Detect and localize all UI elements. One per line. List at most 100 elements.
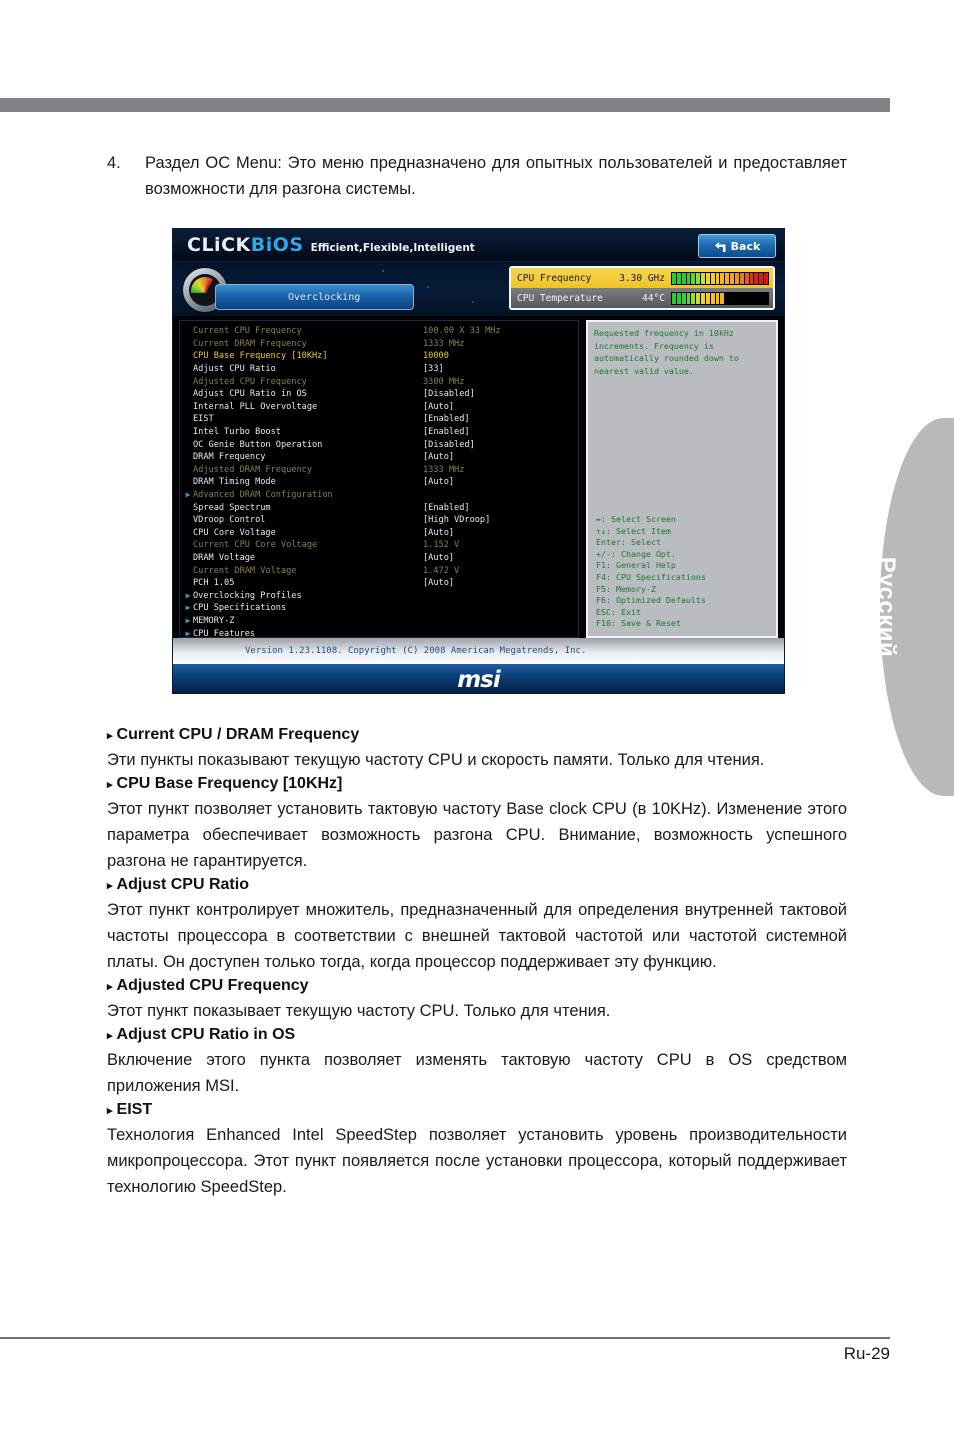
- bios-setting-row[interactable]: PCH 1.05 [Auto]: [183, 577, 575, 590]
- bios-setting-name: CPU Core Voltage: [193, 527, 276, 538]
- bios-setting-value: [Auto]: [423, 401, 455, 412]
- section-body-text: Технология Enhanced Intel SpeedStep позв…: [107, 1126, 847, 1196]
- footer-rule: [0, 1337, 890, 1339]
- bios-setting-name: MEMORY-Z: [193, 615, 235, 626]
- meter-cpu-temperature-bar: [671, 291, 769, 305]
- bios-header-bar: CLiCK BiOS Efficient,Flexible,Intelligent…: [173, 229, 784, 262]
- clickbios-logo: CLiCK BiOS Efficient,Flexible,Intelligent: [187, 234, 475, 256]
- bios-setting-row[interactable]: Spread Spectrum [Enabled]: [183, 501, 575, 514]
- help-key-item: F10: Save & Reset: [596, 618, 681, 629]
- bios-setting-name: Adjusted DRAM Frequency: [193, 464, 312, 475]
- bios-setting-name: OC Genie Button Operation: [193, 439, 323, 450]
- submenu-arrow-icon: ▶: [185, 603, 191, 613]
- help-description: Requested frequency in 10kHz increments.…: [594, 328, 739, 376]
- bios-setting-name: Adjusted CPU Frequency: [193, 376, 307, 387]
- tab-overclocking-label: Overclocking: [288, 291, 361, 303]
- section-heading: ▸ Adjust CPU Ratio in OS: [107, 1026, 847, 1044]
- bios-screenshot-figure: CLiCK BiOS Efficient,Flexible,Intelligent…: [172, 228, 785, 694]
- bios-settings-list[interactable]: Current CPU Frequency 100.00 X 33 MHz Curr…: [179, 320, 579, 640]
- bullet-arrow-icon: ▸: [107, 880, 113, 892]
- bullet-arrow-icon: ▸: [107, 981, 113, 993]
- side-language-tab: Русский: [880, 418, 954, 796]
- bios-setting-value: 1333 MHz: [423, 464, 465, 475]
- bios-setting-name: Overclocking Profiles: [193, 590, 302, 601]
- bios-setting-row[interactable]: VDroop Control [High VDroop]: [183, 514, 575, 527]
- help-key-item: F1: General Help: [596, 560, 676, 571]
- article-section: ▸ CPU Base Frequency [10KHz] Этот пункт по…: [107, 775, 847, 874]
- bios-setting-row[interactable]: Intel Turbo Boost [Enabled]: [183, 426, 575, 439]
- bios-setting-row[interactable]: Adjust CPU Ratio in OS [Disabled]: [183, 388, 575, 401]
- section-heading-text: EIST: [116, 1101, 153, 1118]
- meter-cpu-frequency-value: 3.30 GHz: [619, 272, 665, 284]
- bios-setting-name: Adjust CPU Ratio in OS: [193, 389, 307, 400]
- bios-setting-row[interactable]: ▶ Advanced DRAM Configuration: [183, 489, 575, 502]
- logo-tagline: Efficient,Flexible,Intelligent: [310, 242, 475, 254]
- bios-setting-value: [High VDroop]: [423, 515, 491, 526]
- bios-setting-row[interactable]: ▶ CPU Specifications: [183, 602, 575, 615]
- bios-setting-row[interactable]: Internal PLL Overvoltage [Auto]: [183, 401, 575, 414]
- bios-setting-row[interactable]: CPU Base Frequency [10KHz] 10000: [183, 350, 575, 363]
- article-section: ▸ Adjust CPU Ratio Этот пункт контролирует…: [107, 876, 847, 975]
- bullet-arrow-icon: ▸: [107, 779, 113, 791]
- bios-setting-row[interactable]: Adjusted DRAM Frequency 1333 MHz: [183, 464, 575, 477]
- bullet-arrow-icon: ▸: [107, 730, 113, 742]
- bios-setting-row[interactable]: DRAM Timing Mode [Auto]: [183, 476, 575, 489]
- section-heading-text: Current CPU / DRAM Frequency: [116, 726, 360, 743]
- bios-setting-name: VDroop Control: [193, 515, 266, 526]
- help-key-item: F6: Optimized Defaults: [596, 595, 706, 606]
- bios-main-area: Current CPU Frequency 100.00 X 33 MHz Curr…: [173, 316, 784, 640]
- meter-cpu-temperature-value: 44°C: [642, 292, 665, 304]
- bios-setting-name: CPU Features: [193, 628, 256, 639]
- bios-setting-row[interactable]: CPU Core Voltage [Auto]: [183, 527, 575, 540]
- bios-setting-row[interactable]: Current DRAM Frequency 1333 MHz: [183, 338, 575, 351]
- section-heading: ▸ EIST: [107, 1101, 847, 1119]
- article-body: ▸ Current CPU / DRAM Frequency Эти пункты …: [107, 726, 847, 1202]
- bios-setting-row[interactable]: Adjust CPU Ratio [33]: [183, 363, 575, 376]
- section-body-text: Включение этого пункта позволяет изменят…: [107, 1051, 847, 1095]
- bios-setting-value: [Auto]: [423, 578, 455, 589]
- bios-help-panel: Requested frequency in 10kHz increments.…: [586, 320, 778, 638]
- bios-setting-name: PCH 1.05: [193, 578, 235, 589]
- bios-setting-row[interactable]: Current CPU Frequency 100.00 X 33 MHz: [183, 325, 575, 338]
- bios-setting-name: Adjust CPU Ratio: [193, 364, 276, 375]
- bios-setting-row[interactable]: EIST [Enabled]: [183, 413, 575, 426]
- meter-cpu-temperature: CPU Temperature 44°C: [511, 288, 773, 308]
- section-heading-text: Adjusted CPU Frequency: [116, 977, 309, 994]
- bios-version-text: Version 1.23.1108. Copyright (C) 2008 Am…: [245, 646, 587, 656]
- bios-setting-row[interactable]: DRAM Voltage [Auto]: [183, 552, 575, 565]
- back-button[interactable]: Back: [698, 234, 776, 258]
- bios-status-band: Overclocking CPU Frequency 3.30 GHz CPU …: [173, 262, 784, 316]
- intro-text: Раздел OC Menu: Это меню предназначено д…: [145, 154, 847, 198]
- bios-setting-name: CPU Specifications: [193, 603, 287, 614]
- page-number: Ru-29: [843, 1344, 890, 1363]
- section-heading: ▸ Adjust CPU Ratio: [107, 876, 847, 894]
- article-section: ▸ Current CPU / DRAM Frequency Эти пункты …: [107, 726, 847, 773]
- bios-setting-row[interactable]: Current CPU Core Voltage 1.152 V: [183, 539, 575, 552]
- bios-setting-name: Internal PLL Overvoltage: [193, 401, 318, 412]
- bios-setting-row[interactable]: ▶ Overclocking Profiles: [183, 589, 575, 602]
- bios-setting-row[interactable]: ▶ MEMORY-Z: [183, 615, 575, 628]
- section-heading-text: Adjust CPU Ratio in OS: [116, 1026, 296, 1043]
- meter-cpu-frequency-bar: [671, 271, 769, 285]
- section-heading-text: Adjust CPU Ratio: [116, 876, 249, 893]
- bios-setting-row[interactable]: DRAM Frequency [Auto]: [183, 451, 575, 464]
- bios-setting-row[interactable]: Current DRAM Voltage 1.472 V: [183, 564, 575, 577]
- meter-cpu-frequency-label: CPU Frequency: [517, 272, 592, 284]
- bios-setting-row[interactable]: Adjusted CPU Frequency 3300 MHz: [183, 375, 575, 388]
- bios-setting-value: [Enabled]: [423, 502, 470, 513]
- bios-setting-row[interactable]: OC Genie Button Operation [Disabled]: [183, 438, 575, 451]
- submenu-arrow-icon: ▶: [185, 490, 191, 500]
- section-heading: ▸ CPU Base Frequency [10KHz]: [107, 775, 847, 793]
- bios-setting-value: [Auto]: [423, 552, 455, 563]
- meter-cpu-temperature-label: CPU Temperature: [517, 292, 603, 304]
- side-language-tab-label: Русский: [880, 556, 900, 658]
- bios-setting-row[interactable]: ▶ CPU Features: [183, 627, 575, 640]
- tab-overclocking[interactable]: Overclocking: [215, 284, 414, 310]
- article-section: ▸ Adjust CPU Ratio in OS Включение этого п…: [107, 1026, 847, 1099]
- bios-setting-name: DRAM Frequency: [193, 452, 266, 463]
- help-key-item: F5: Memory-Z: [596, 583, 656, 594]
- back-button-label: Back: [730, 239, 761, 253]
- section-body-text: Этот пункт позволяет установить тактовую…: [107, 800, 847, 870]
- top-rule: [0, 98, 890, 112]
- bios-setting-name: Advanced DRAM Configuration: [193, 490, 333, 501]
